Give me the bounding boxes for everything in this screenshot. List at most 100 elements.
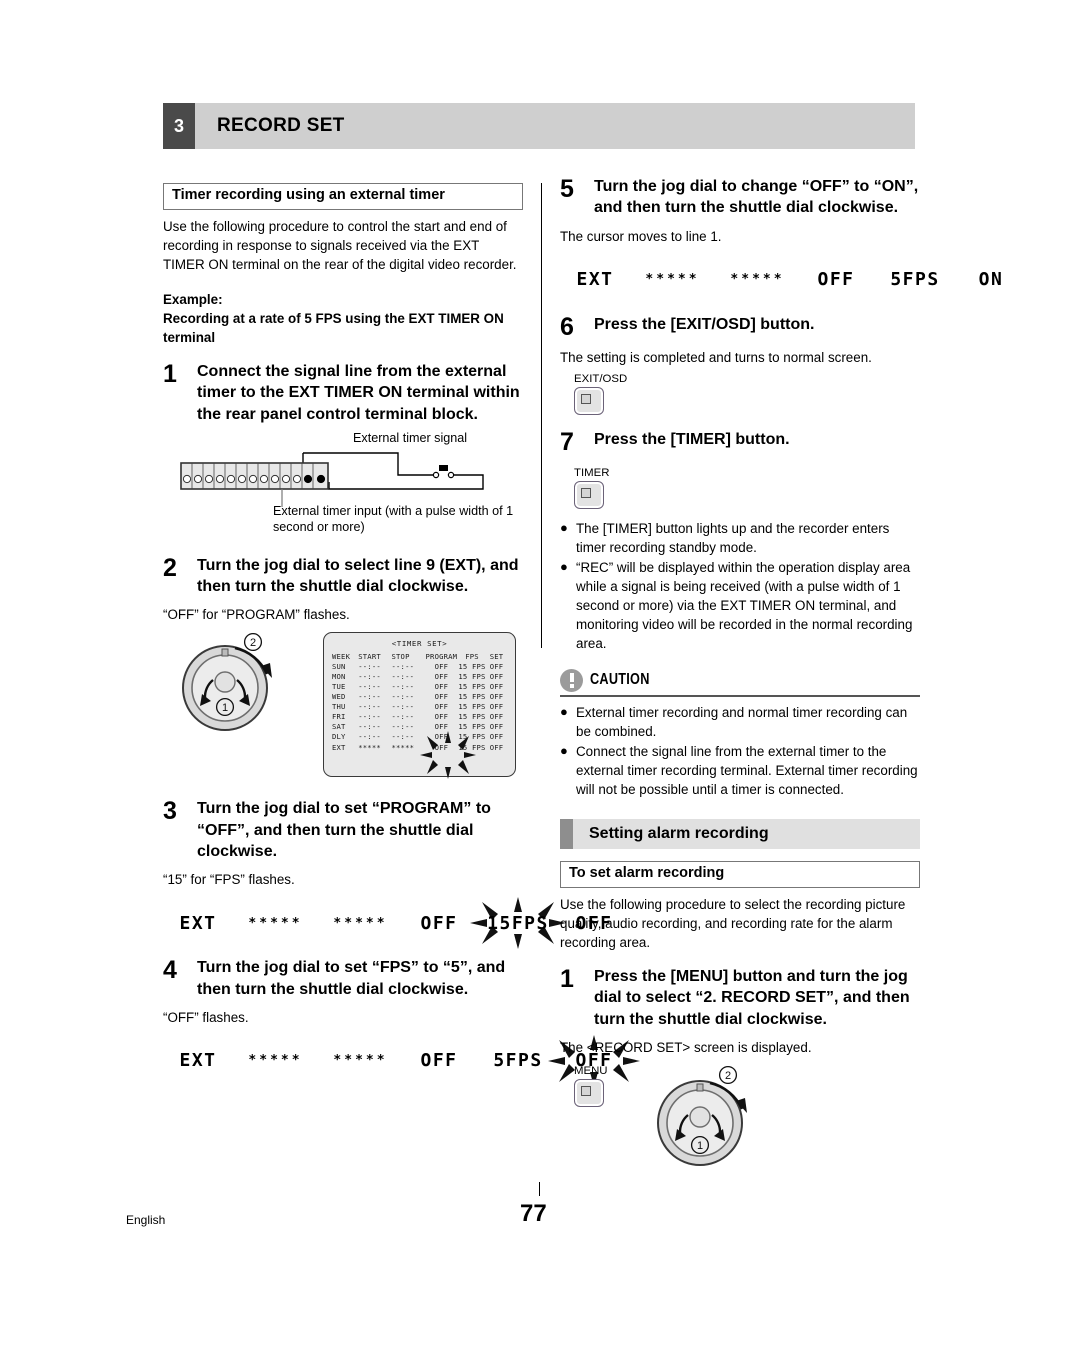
osd-cell: OFF (434, 661, 449, 671)
bullet-text: External timer recording and normal time… (576, 704, 908, 739)
step-7-number: 7 (560, 427, 574, 456)
exit-osd-button[interactable]: EXIT/OSD (574, 373, 627, 415)
bullet-item: ● External timer recording and normal tim… (560, 703, 920, 741)
alarm-step-1-text: Press the [MENU] button and turn the jog… (594, 968, 910, 1028)
jog-shuttle-dial-icon (657, 1079, 747, 1166)
osd-cell: --:-- (358, 732, 381, 742)
lcd5-set: ON (978, 269, 1004, 291)
osd-cell: 15 FPS (458, 692, 486, 702)
osd-cell: OFF (489, 661, 504, 671)
lcd3-fps: 15FPS (487, 912, 549, 934)
bullet-text: The [TIMER] button lights up and the rec… (576, 520, 890, 555)
menu-button[interactable]: MENU (574, 1065, 608, 1107)
exit-osd-button-led-icon (581, 393, 591, 404)
bullet-dot-icon: ● (560, 703, 568, 719)
flash-burst-icon (420, 731, 476, 780)
timer-button[interactable]: TIMER (574, 467, 609, 509)
step-3-note: “15” for “FPS” flashes. (163, 872, 295, 888)
osd-cell: --:-- (391, 712, 415, 722)
step-6-note: The setting is completed and turns to no… (560, 349, 872, 365)
osd-cell: OFF (434, 671, 449, 681)
menu-button-body[interactable] (574, 1078, 604, 1107)
lcd4-program: OFF (420, 1050, 458, 1072)
caution-box: CAUTION ● External timer recording and no… (560, 668, 920, 799)
osd-cell: OFF (434, 712, 449, 722)
lcd4-start: ***** (248, 1053, 303, 1069)
osd-row: MON --:-- --:-- OFF 15 FPS OFF (332, 672, 507, 682)
footer-rule (539, 1182, 540, 1196)
step-5: 5 Turn the jog dial to change “OFF” to “… (560, 176, 920, 219)
example-label: Example: (163, 292, 223, 308)
step-1-number: 1 (163, 360, 177, 389)
step-4-note: “OFF” flashes. (163, 1009, 249, 1025)
osd-cell: OFF (489, 671, 504, 681)
svg-text:1: 1 (697, 1140, 703, 1152)
timer-button-label: TIMER (574, 466, 610, 479)
osd-header-program: PROGRAM (425, 651, 458, 661)
osd-cell: WED (332, 692, 346, 702)
alarm-step-1-figure: MENU 1 2 (560, 1065, 920, 1177)
step-2-text: Turn the jog dial to select line 9 (EXT)… (197, 556, 519, 596)
step-6-text: Press the [EXIT/OSD] button. (594, 315, 815, 333)
osd-cell: --:-- (391, 671, 415, 681)
section-band-alarm-recording: Setting alarm recording (560, 818, 920, 849)
bullet-dot-icon: ● (560, 558, 568, 574)
bullet-text: Connect the signal line from the externa… (576, 743, 918, 797)
osd-cell: SUN (332, 661, 346, 671)
osd-row: FRI --:-- --:-- OFF 15 FPS OFF (332, 712, 507, 722)
timer-button-led-icon (581, 487, 591, 498)
osd-cell: THU (332, 702, 346, 712)
osd-cell: OFF (434, 702, 449, 712)
step-1-text: Connect the signal line from the externa… (197, 363, 520, 423)
lcd5-program: OFF (817, 269, 855, 291)
osd-row: SUN --:-- --:-- OFF 15 FPS OFF (332, 662, 507, 672)
section-tick-icon (560, 818, 573, 849)
bullet-dot-icon: ● (560, 519, 568, 535)
footer-page-number: 77 (520, 1200, 547, 1227)
caution-bullet-list: ● External timer recording and normal tim… (560, 703, 920, 799)
step-4-text: Turn the jog dial to set “FPS” to “5”, a… (197, 959, 506, 998)
lcd4-stop: ***** (333, 1053, 388, 1069)
caution-exclamation-icon (560, 668, 583, 692)
lcd3-week: EXT (179, 912, 217, 934)
osd-cell: OFF (434, 692, 449, 702)
lcd4-fps: 5FPS (493, 1050, 543, 1072)
osd-cell: --:-- (391, 692, 415, 702)
jog-marker-1: 1 (215, 697, 235, 722)
osd-cell: --:-- (358, 702, 381, 712)
osd-cell: 15 FPS (458, 681, 486, 691)
bullet-item: ● “REC” will be displayed within the oper… (560, 558, 920, 653)
osd-cell: SAT (332, 722, 346, 732)
alarm-step-1: 1 Press the [MENU] button and turn the j… (560, 966, 920, 1030)
osd-header-stop: STOP (391, 651, 410, 661)
osd-cell: OFF (489, 712, 504, 722)
osd-cell: TUE (332, 681, 346, 691)
caution-header: CAUTION (560, 668, 920, 697)
left-intro-text: Use the following procedure to control t… (163, 218, 517, 272)
step-4: 4 Turn the jog dial to set “FPS” to “5”,… (163, 957, 523, 1000)
osd-title: <TIMER SET> (391, 639, 448, 649)
step-2: 2 Turn the jog dial to select line 9 (EX… (163, 555, 523, 598)
osd-cell: ***** (358, 742, 381, 752)
step-5-text: Turn the jog dial to change “OFF” to “ON… (594, 178, 919, 217)
exit-osd-button-body[interactable] (574, 386, 604, 415)
timer-button-body[interactable] (574, 480, 604, 509)
osd-cell: MON (332, 671, 346, 681)
osd-cell: 15 FPS (458, 661, 486, 671)
osd-cell: --:-- (358, 692, 381, 702)
footer-language: English (126, 1213, 166, 1227)
bullet-item: ● Connect the signal line from the extern… (560, 742, 920, 799)
osd-header-week: WEEK (332, 651, 351, 661)
osd-cell: DLY (332, 732, 346, 742)
bullet-text: “REC” will be displayed within the opera… (576, 559, 913, 651)
menu-button-led-icon (581, 1085, 591, 1096)
osd-cell: --:-- (358, 661, 381, 671)
osd-cell: 15 FPS (458, 712, 486, 722)
alarm-intro-text: Use the following procedure to select th… (560, 896, 906, 950)
osd-cell: OFF (489, 681, 504, 691)
lcd3-stop: ***** (333, 915, 388, 931)
caution-title: CAUTION (590, 671, 650, 689)
lcd5-fps: 5FPS (890, 269, 940, 291)
step-5-number: 5 (560, 175, 574, 203)
svg-text:2: 2 (725, 1070, 731, 1082)
